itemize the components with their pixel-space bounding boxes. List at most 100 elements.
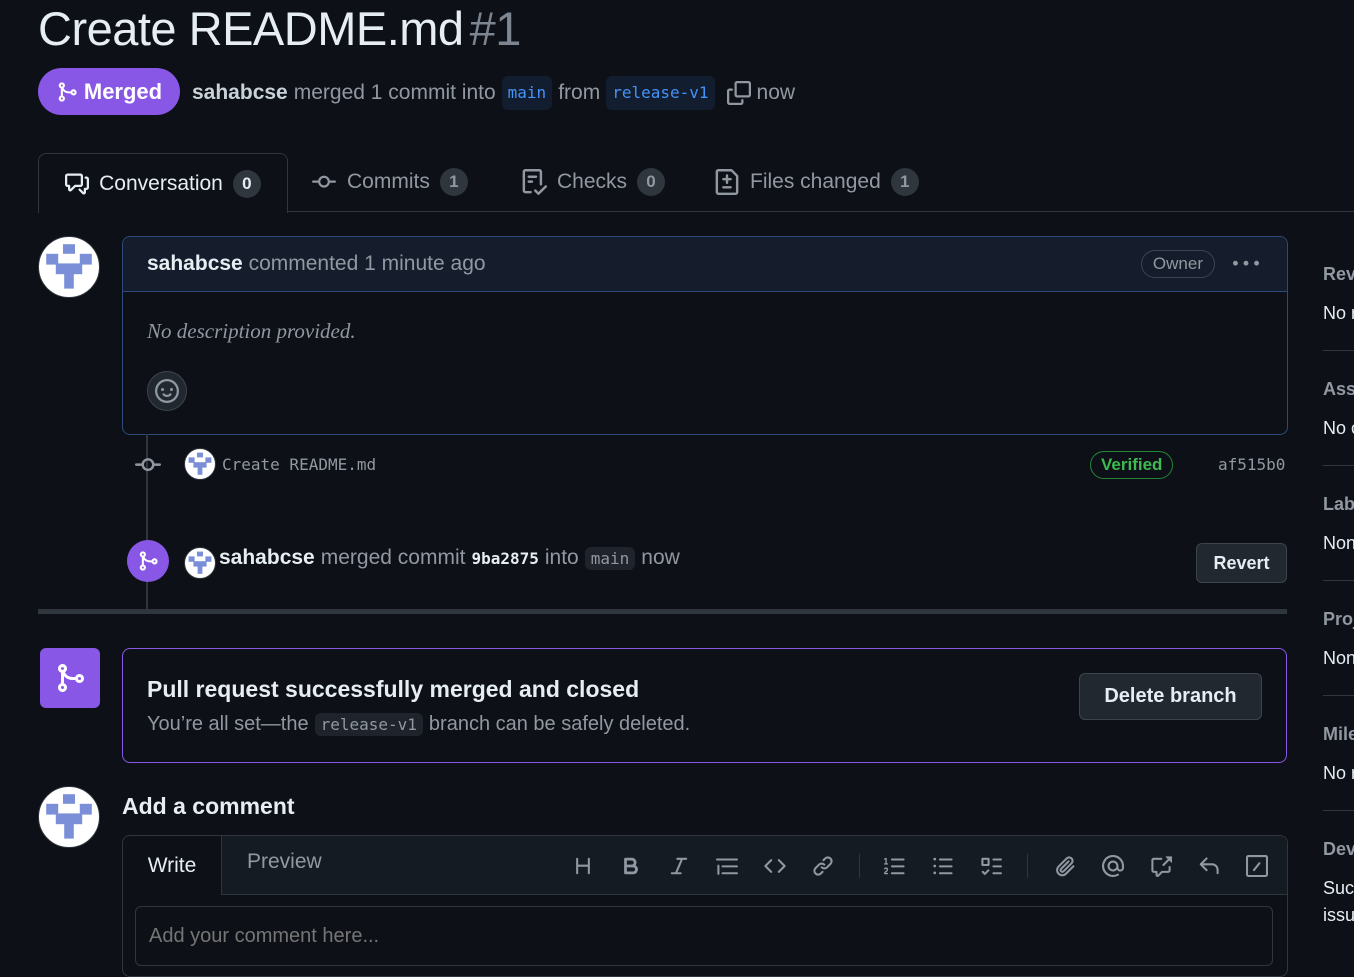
quote-icon[interactable] xyxy=(713,852,741,880)
verified-badge[interactable]: Verified xyxy=(1090,451,1174,479)
tab-conversation[interactable]: Conversation 0 xyxy=(38,153,288,213)
current-user-avatar[interactable] xyxy=(38,786,100,848)
sidebar-divider xyxy=(1323,465,1354,466)
merge-event-action: merged commit xyxy=(320,546,466,569)
sidebar-projects-value: Non xyxy=(1323,648,1354,668)
tasklist-icon[interactable] xyxy=(977,852,1005,880)
sidebar-divider xyxy=(1323,580,1354,581)
add-comment-heading: Add a comment xyxy=(122,793,295,819)
comment-card: sahabcse commented 1 minute ago Owner No… xyxy=(122,236,1288,435)
merge-summary: sahabcse merged 1 commit into main from … xyxy=(192,76,795,110)
merge-event-into: into xyxy=(544,546,579,569)
tab-conversation-label: Conversation xyxy=(99,171,223,195)
comment-timestamp[interactable]: commented 1 minute ago xyxy=(249,252,486,275)
sidebar-reviewers-value: No r xyxy=(1323,303,1354,323)
smiley-icon xyxy=(155,379,179,403)
sidebar-milestone-heading[interactable]: Mile xyxy=(1323,724,1354,745)
base-branch[interactable]: main xyxy=(501,76,553,110)
sidebar-divider xyxy=(1323,695,1354,696)
tab-files-changed[interactable]: Files changed 1 xyxy=(714,153,919,211)
tab-commits-label: Commits xyxy=(347,170,430,193)
comment-textarea[interactable] xyxy=(135,906,1273,966)
editor-toolbar: Write Preview xyxy=(123,836,1287,895)
comment-author[interactable]: sahabcse xyxy=(147,252,243,275)
sidebar-development-value: Succ xyxy=(1323,878,1354,898)
add-reaction-button[interactable] xyxy=(147,371,187,411)
sidebar-projects-heading[interactable]: Proj xyxy=(1323,609,1354,630)
merge-commit-sha[interactable]: 9ba2875 xyxy=(471,549,538,568)
sidebar-development-heading[interactable]: Dev xyxy=(1323,839,1354,860)
heading-icon[interactable] xyxy=(569,852,597,880)
merge-event-author[interactable]: sahabcse xyxy=(219,546,315,570)
git-merge-icon xyxy=(139,551,158,571)
copy-icon[interactable] xyxy=(726,81,751,105)
avatar[interactable] xyxy=(38,236,100,298)
pr-time: now xyxy=(756,81,796,104)
reply-icon[interactable] xyxy=(1195,852,1223,880)
commit-message-link[interactable]: Create README.md xyxy=(222,455,376,474)
sidebar-reviewers-heading[interactable]: Rev xyxy=(1323,264,1354,285)
head-branch[interactable]: release-v1 xyxy=(606,76,715,110)
merged-state-icon xyxy=(40,648,100,708)
merge-event-text: sahabcse merged commit 9ba2875 into main… xyxy=(219,546,680,570)
merged-desc-branch: release-v1 xyxy=(314,713,423,736)
tab-commits[interactable]: Commits 1 xyxy=(311,153,468,211)
comment-header: sahabcse commented 1 minute ago Owner xyxy=(123,237,1287,292)
merge-event-time[interactable]: now xyxy=(641,546,680,570)
merged-status-badge: Merged xyxy=(38,68,180,115)
tab-preview[interactable]: Preview xyxy=(247,850,322,874)
merged-desc-before: You’re all set—the xyxy=(147,713,309,735)
comment-body: No description provided. xyxy=(147,319,356,343)
git-merge-icon xyxy=(58,81,77,102)
merge-event-badge xyxy=(127,540,169,582)
link-icon[interactable] xyxy=(809,852,837,880)
toolbar-divider xyxy=(859,854,860,878)
delete-branch-button[interactable]: Delete branch xyxy=(1079,673,1262,720)
sidebar-assignees-value: No o xyxy=(1323,418,1354,438)
identicon-icon xyxy=(46,244,92,290)
sidebar-divider xyxy=(1323,810,1354,811)
kebab-menu-icon[interactable] xyxy=(1233,251,1259,282)
toolbar-divider xyxy=(1027,854,1028,878)
pr-author-link[interactable]: sahabcse xyxy=(192,78,288,108)
cross-reference-icon[interactable] xyxy=(1147,852,1175,880)
merge-event-branch[interactable]: main xyxy=(584,546,636,570)
sidebar-assignees-heading[interactable]: Assi xyxy=(1323,379,1354,400)
paperclip-icon[interactable] xyxy=(1051,852,1079,880)
sidebar-milestone-value: No r xyxy=(1323,763,1354,783)
commit-avatar[interactable] xyxy=(184,448,216,480)
sidebar-divider xyxy=(1323,350,1354,351)
merged-status-card: Pull request successfully merged and clo… xyxy=(122,648,1287,763)
sidebar-development-value-2: issu xyxy=(1323,905,1354,925)
tab-conversation-count: 0 xyxy=(232,169,261,198)
unordered-list-icon[interactable] xyxy=(929,852,957,880)
commit-dot-icon xyxy=(133,452,163,483)
file-diff-icon xyxy=(715,169,739,195)
bold-icon[interactable] xyxy=(617,852,645,880)
italic-icon[interactable] xyxy=(665,852,693,880)
merge-summary-text: merged 1 commit into xyxy=(293,81,496,104)
tab-files-changed-count: 1 xyxy=(890,168,919,196)
merged-status-label: Merged xyxy=(83,78,163,104)
sidebar-labels-heading[interactable]: Labe xyxy=(1323,494,1354,515)
mention-icon[interactable] xyxy=(1099,852,1127,880)
ordered-list-icon[interactable] xyxy=(881,852,909,880)
tab-commits-count: 1 xyxy=(439,168,468,196)
git-merge-icon xyxy=(58,664,85,692)
comment-editor: Write Preview xyxy=(122,835,1288,977)
commit-sha-link[interactable]: af515b0 xyxy=(1218,455,1285,474)
revert-button[interactable]: Revert xyxy=(1196,543,1287,583)
comment-discussion-icon xyxy=(65,173,90,194)
pr-number: #1 xyxy=(469,2,522,55)
tab-checks[interactable]: Checks 0 xyxy=(521,153,666,211)
merged-status-desc: You’re all set—the release-v1 branch can… xyxy=(147,713,690,736)
tab-write[interactable]: Write xyxy=(123,836,222,895)
merged-desc-after: branch can be safely deleted. xyxy=(428,713,691,735)
tab-files-changed-label: Files changed xyxy=(750,170,881,193)
merge-event-avatar[interactable] xyxy=(184,547,216,579)
owner-badge: Owner xyxy=(1140,250,1215,278)
code-icon[interactable] xyxy=(761,852,789,880)
sidebar-labels-value: Non xyxy=(1323,533,1354,553)
slash-command-icon[interactable] xyxy=(1243,852,1271,880)
checklist-icon xyxy=(522,169,547,195)
